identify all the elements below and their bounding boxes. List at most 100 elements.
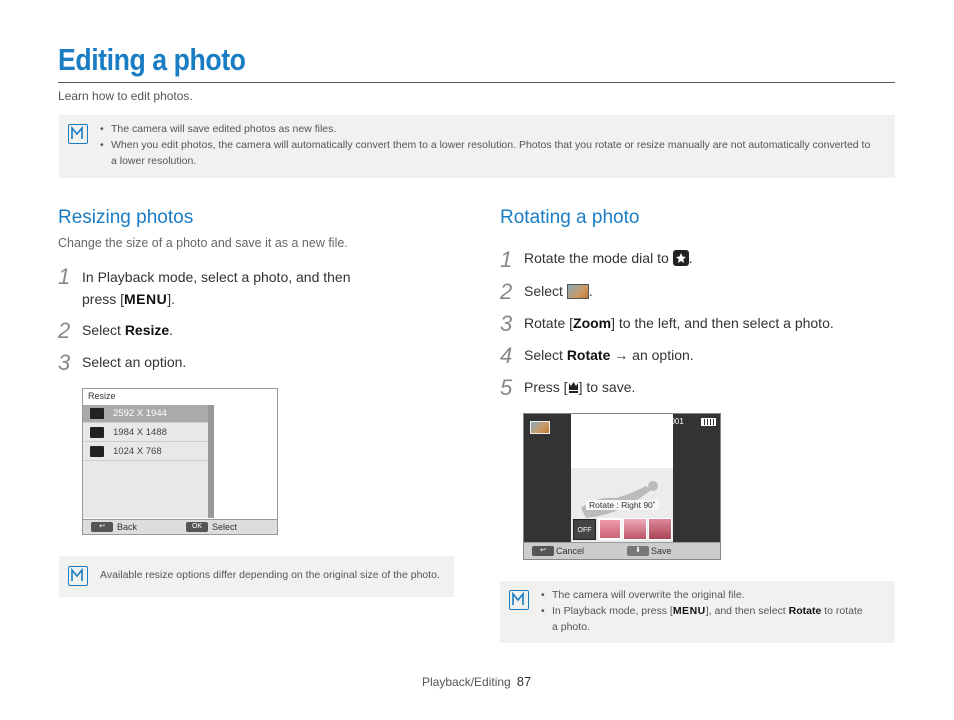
rotating-step-4: Select Rotate → an option. bbox=[524, 344, 694, 366]
ok-icon: OK bbox=[186, 522, 208, 532]
note-icon bbox=[68, 566, 88, 586]
back-label[interactable]: Back bbox=[117, 522, 137, 532]
rotate-option-off[interactable]: OFF bbox=[573, 519, 596, 540]
resizing-note-box: Available resize options differ dependin… bbox=[59, 556, 454, 597]
rotating-step-5: Press [ ] to save. bbox=[524, 376, 635, 398]
image-size-icon bbox=[90, 427, 104, 438]
resizing-step-1: In Playback mode, select a photo, and th… bbox=[82, 266, 351, 310]
step-text-part: ] to save. bbox=[578, 379, 636, 395]
resize-screen: Resize 2592 X 1944 1984 X 1488 1024 X 76… bbox=[82, 388, 278, 535]
step-number: 1 bbox=[58, 264, 71, 289]
title-divider bbox=[58, 82, 895, 83]
page-number: 87 bbox=[516, 674, 532, 689]
file-number: 100-0001 bbox=[650, 417, 684, 426]
rotate-option-right[interactable] bbox=[623, 518, 647, 540]
menu-key: MENU bbox=[672, 605, 706, 617]
step-text-part: . bbox=[688, 250, 693, 266]
note-text-part: In Playback mode, press [ bbox=[552, 605, 673, 617]
list-item: The camera will save edited photos as ne… bbox=[100, 121, 890, 137]
battery-icon bbox=[701, 418, 716, 426]
page-footer: Playback/Editing 87 bbox=[422, 674, 531, 689]
resizing-note-text: Available resize options differ dependin… bbox=[100, 569, 440, 581]
resize-option[interactable]: 1984 X 1488 bbox=[83, 424, 208, 442]
image-size-icon bbox=[90, 408, 104, 419]
step-text-part: ]. bbox=[167, 291, 176, 307]
resize-option[interactable]: 2592 X 1944 bbox=[83, 405, 208, 423]
list-item: In Playback mode, press [MENU], and then… bbox=[541, 603, 886, 619]
rotating-step-3: Rotate [Zoom] to the left, and then sele… bbox=[524, 312, 834, 334]
key-term: Rotate bbox=[788, 605, 822, 617]
edit-image-icon bbox=[530, 421, 550, 434]
resizing-step-2: Select Resize. bbox=[82, 319, 173, 341]
step-number: 4 bbox=[500, 343, 513, 368]
list-item-continued: a photo. bbox=[552, 621, 590, 633]
step-text-part: Select bbox=[82, 322, 125, 338]
back-icon: ↩ bbox=[532, 546, 554, 556]
list-item-continued: a lower resolution. bbox=[111, 155, 197, 167]
key-term: Zoom bbox=[573, 315, 612, 331]
screen-side-panel bbox=[673, 414, 720, 542]
save-label[interactable]: Save bbox=[651, 546, 672, 556]
step-text-part: Press [ bbox=[524, 379, 568, 395]
edit-image-icon bbox=[566, 284, 589, 299]
note-icon bbox=[509, 590, 529, 610]
select-label[interactable]: Select bbox=[212, 522, 237, 532]
step-number: 5 bbox=[500, 375, 513, 400]
step-number: 2 bbox=[500, 279, 513, 304]
rotate-label: Rotate : Right 90˚ bbox=[586, 500, 659, 510]
step-text-part: Rotate the mode dial to bbox=[524, 250, 673, 266]
step-number: 2 bbox=[58, 318, 71, 343]
rotating-step-2: Select . bbox=[524, 280, 593, 302]
image-size-icon bbox=[90, 446, 104, 457]
cancel-label[interactable]: Cancel bbox=[556, 546, 584, 556]
step-text-part: an option. bbox=[632, 347, 694, 363]
rotate-screen: 100-0001 Rotate : Right 90˚ OFF ↩ Cancel… bbox=[523, 413, 721, 560]
rotate-option-left[interactable] bbox=[598, 518, 622, 540]
step-text-part: Select bbox=[524, 283, 567, 299]
screen-footer: ↩ Cancel ⬇ Save bbox=[524, 542, 720, 559]
rotating-note-box: The camera will overwrite the original f… bbox=[500, 581, 895, 643]
scrollbar[interactable] bbox=[208, 405, 214, 518]
list-item: The camera will overwrite the original f… bbox=[541, 587, 886, 603]
page-subtitle: Learn how to edit photos. bbox=[58, 89, 193, 103]
playback-mode-icon bbox=[672, 250, 689, 266]
note-text-part: ], and then select bbox=[705, 605, 789, 617]
menu-key: MENU bbox=[124, 291, 168, 307]
rotating-heading: Rotating a photo bbox=[500, 207, 640, 228]
step-text-part: ] to the left, and then select a photo. bbox=[611, 315, 834, 331]
resize-option-list: 2592 X 1944 1984 X 1488 1024 X 768 bbox=[83, 405, 213, 518]
resizing-description: Change the size of a photo and save it a… bbox=[58, 236, 348, 250]
step-text-part: press [ bbox=[82, 291, 125, 307]
resize-option[interactable]: 1024 X 768 bbox=[83, 443, 208, 461]
ok-button-icon bbox=[568, 381, 579, 394]
step-number: 3 bbox=[500, 311, 513, 336]
save-icon: ⬇ bbox=[627, 546, 649, 556]
footer-section: Playback/Editing bbox=[422, 675, 511, 689]
top-note-box: The camera will save edited photos as ne… bbox=[59, 115, 895, 178]
back-icon: ↩ bbox=[91, 522, 113, 532]
rotating-note-list: The camera will overwrite the original f… bbox=[541, 587, 886, 635]
step-text-part: . bbox=[169, 322, 174, 338]
step-text: press [MENU]. bbox=[82, 288, 351, 310]
step-text-part: Rotate [ bbox=[524, 315, 574, 331]
arrow: → bbox=[610, 347, 633, 363]
step-text-part: Select bbox=[524, 347, 567, 363]
rotating-step-1: Rotate the mode dial to . bbox=[524, 247, 693, 269]
resize-option-label: 2592 X 1944 bbox=[113, 408, 167, 419]
step-text: In Playback mode, select a photo, and th… bbox=[82, 269, 351, 285]
note-icon bbox=[68, 124, 88, 144]
resizing-heading: Resizing photos bbox=[58, 207, 194, 228]
screen-footer: ↩ Back OK Select bbox=[83, 519, 277, 534]
screen-title: Resize bbox=[88, 391, 116, 401]
step-number: 1 bbox=[500, 247, 513, 272]
note-text-part: to rotate bbox=[821, 605, 863, 617]
key-term: Rotate bbox=[566, 347, 611, 363]
resizing-step-3: Select an option. bbox=[82, 354, 187, 370]
top-note-list: The camera will save edited photos as ne… bbox=[100, 121, 890, 169]
page-title: Editing a photo bbox=[58, 42, 246, 77]
step-text-part: . bbox=[588, 283, 593, 299]
resize-option-label: 1024 X 768 bbox=[113, 446, 162, 457]
rotate-option-180[interactable] bbox=[648, 518, 672, 540]
resize-option-label: 1984 X 1488 bbox=[113, 427, 167, 438]
list-item: When you edit photos, the camera will au… bbox=[100, 137, 890, 153]
